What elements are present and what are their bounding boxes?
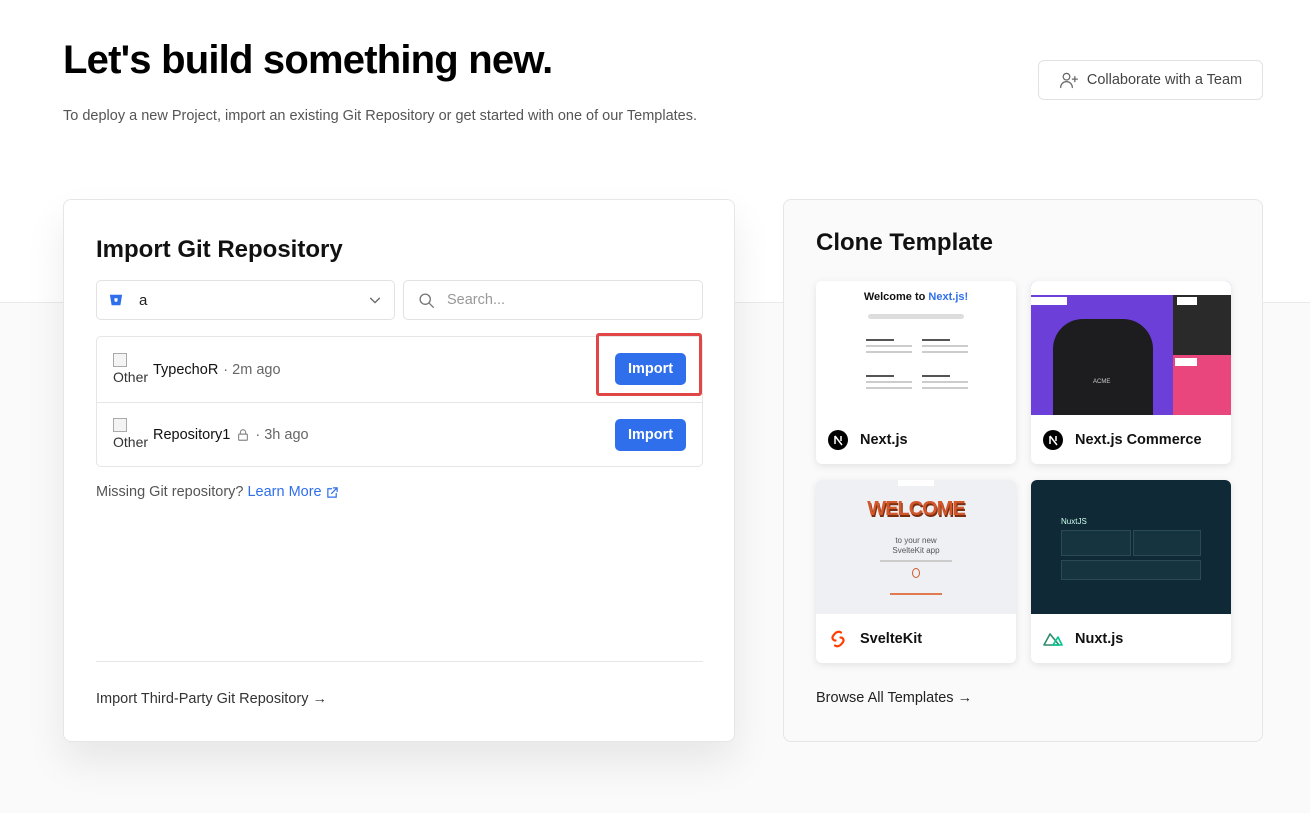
browse-all-templates-link[interactable]: Browse All Templates → [816,690,972,706]
repository-row: Other Repository1 · 3h ago Import [97,402,702,467]
template-label: Next.js [816,415,1016,464]
thumbnail-box [1133,530,1201,556]
template-name: Next.js [860,431,908,448]
repository-row: Other TypechoR · 2m ago Import [97,337,702,402]
repository-avatar: Other [113,352,153,387]
thumbnail-heading-b: Next.js! [928,291,969,303]
broken-image-icon [113,418,127,432]
thumbnail-block [922,339,968,369]
thumbnail-pill [868,314,964,319]
nextjs-icon [828,429,848,450]
thumbnail-tag [1175,358,1197,366]
nuxt-icon [1043,632,1063,646]
import-card-title: Import Git Repository [96,236,343,263]
thumbnail-navbar [1031,281,1231,295]
thumbnail-heading: Welcome to Next.js! [816,291,1016,303]
bitbucket-icon [109,294,123,306]
thumbnail-brand: ACME [1093,379,1111,385]
thumbnail-heading-a: Welcome to [863,291,929,303]
thumbnail-tab [898,480,934,486]
thumbnail-product [1053,319,1153,415]
lock-icon [238,429,249,441]
collaborate-with-team-button[interactable]: Collaborate with a Team [1038,60,1263,100]
svelte-icon [831,630,845,647]
thumbnail-tag [1177,297,1197,305]
template-label: Next.js Commerce [1031,415,1231,464]
template-name: Next.js Commerce [1075,431,1202,448]
thumbnail-block [866,339,912,369]
clone-card-title: Clone Template [816,229,993,256]
page-subtitle: To deploy a new Project, import an exist… [63,108,698,124]
thumbnail-logo: NuxtJS [1061,517,1087,526]
search-input[interactable] [447,292,688,308]
thumbnail-line [890,593,942,595]
template-card-nextjs-commerce[interactable]: ACME Next.js Commerce [1031,281,1231,464]
external-link-icon [326,486,338,498]
repository-search [403,280,703,320]
template-name: Nuxt.js [1075,630,1124,647]
missing-repository-text: Missing Git repository? [96,484,244,500]
thumbnail-counter [912,568,920,578]
learn-more-link[interactable]: Learn More [247,484,338,500]
card-divider [96,661,703,662]
template-thumbnail: Welcome to Next.js! [816,281,1016,415]
thumbnail-text: to your new [895,536,937,545]
import-third-party-link[interactable]: Import Third-Party Git Repository → [96,691,327,707]
avatar-alt-text: Other [113,368,149,385]
template-label: SvelteKit [816,614,1016,663]
broken-image-icon [113,352,127,367]
repository-avatar: Other [113,418,153,452]
avatar-alt-text: Other [113,434,149,450]
missing-repository-note: Missing Git repository? Learn More [96,484,339,500]
template-card-nextjs[interactable]: Welcome to Next.js! Next.js [816,281,1016,464]
thumbnail-welcome: WELCOME [867,498,965,520]
page-title: Let's build something new. [63,38,553,82]
repository-name: Repository1 [153,427,231,443]
clone-template-card: Clone Template Welcome to Next.js! Next.… [783,199,1263,742]
template-thumbnail: NuxtJS [1031,480,1231,614]
template-name: SvelteKit [860,630,923,647]
import-button[interactable]: Import [615,419,686,451]
account-select[interactable]: a [96,280,395,320]
repository-updated: · 2m ago [223,361,281,378]
template-card-nuxtjs[interactable]: NuxtJS Nuxt.js [1031,480,1231,663]
thumbnail-line [880,560,952,562]
repository-updated: · 3h ago [255,427,309,443]
thumbnail-box [1061,560,1201,580]
learn-more-label: Learn More [247,484,322,500]
template-card-sveltekit[interactable]: WELCOME to your new SvelteKit app Svelte… [816,480,1016,663]
collaborate-label: Collaborate with a Team [1086,72,1243,88]
template-thumbnail: WELCOME to your new SvelteKit app [816,480,1016,614]
nextjs-icon [1043,429,1063,450]
thumbnail-block [866,375,912,405]
thumbnail-block [922,375,968,405]
account-select-value: a [139,291,148,309]
add-user-icon [1059,72,1078,89]
chevron-down-icon [369,297,381,304]
thumbnail-tag [1031,297,1067,305]
import-button[interactable]: Import [615,353,686,385]
repository-name: TypechoR [153,361,219,378]
thumbnail-text: SvelteKit app [892,546,940,555]
template-label: Nuxt.js [1031,614,1231,663]
import-git-repository-card: Import Git Repository a Other TypechoR ·… [63,199,735,742]
template-thumbnail: ACME [1031,281,1231,415]
search-icon [419,292,434,308]
repository-list: Other TypechoR · 2m ago Import Other Rep… [96,336,703,467]
thumbnail-box [1061,530,1131,556]
